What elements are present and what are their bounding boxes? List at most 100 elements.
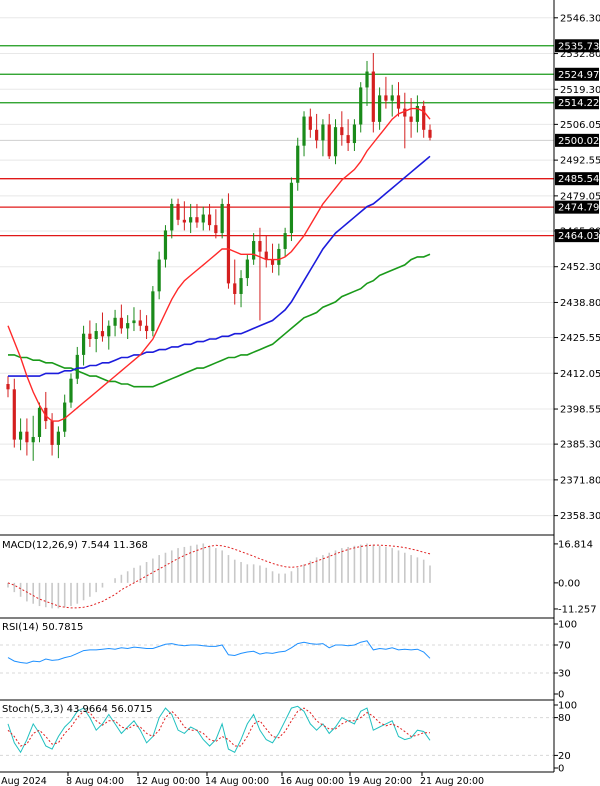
- candle-body: [201, 214, 205, 223]
- candle-body: [151, 291, 155, 332]
- candle-body: [365, 71, 369, 88]
- price-tick-label: 2425.55: [560, 333, 600, 344]
- candle-body: [315, 129, 319, 141]
- stoch-panel: Stoch(5,3,3) 43.9664 56.0715 10080 20 0: [0, 699, 577, 775]
- stoch-tick-label: 0: [558, 764, 564, 775]
- candle-body: [239, 278, 243, 294]
- time-tick-label: 6 Aug 2024: [0, 776, 47, 786]
- candle-body: [6, 384, 10, 390]
- stoch-tick-label: 20: [558, 751, 571, 762]
- candle-body: [94, 331, 98, 339]
- rsi-levels: [0, 644, 554, 674]
- candle-body: [283, 233, 287, 249]
- candle-body: [12, 389, 16, 440]
- candle-body: [207, 214, 212, 226]
- candle-body: [396, 95, 401, 109]
- level-label: 2464.03: [558, 231, 599, 242]
- candle-body: [384, 95, 388, 101]
- candle-body: [296, 145, 300, 183]
- chart-area: 2546.302532.802519.302506.052492.552479.…: [0, 0, 600, 786]
- price-tick-label: 2519.30: [560, 85, 600, 96]
- price-grid: [0, 17, 554, 517]
- main-price-panel: 2546.302532.802519.302506.052492.552479.…: [0, 13, 600, 522]
- price-tick-label: 2506.05: [560, 120, 600, 131]
- rsi-tick-label: 30: [558, 669, 571, 680]
- candle-body: [302, 116, 306, 146]
- candle-body: [277, 248, 281, 265]
- stoch-axis: 10080 20 0: [554, 701, 577, 775]
- candle-body: [428, 129, 432, 138]
- candle-body: [264, 251, 268, 260]
- candle-body: [100, 331, 105, 337]
- price-tick-label: 2546.30: [560, 13, 600, 24]
- price-tick-label: 2371.80: [560, 475, 600, 486]
- candle-body: [409, 116, 413, 122]
- current-price-label: 2500.02: [558, 136, 599, 147]
- macd-tick-label: 16.814: [558, 539, 593, 550]
- rsi-tick-label: 100: [558, 620, 577, 631]
- candle-body: [371, 71, 375, 122]
- price-tick-label: 2452.30: [560, 262, 600, 273]
- rsi-tick-label: 70: [558, 641, 571, 652]
- price-tick-label: 2492.55: [560, 156, 600, 167]
- price-tick-label: 2398.55: [560, 405, 600, 416]
- candle-body: [245, 259, 249, 279]
- candle-body: [403, 108, 407, 117]
- candle-body: [321, 124, 325, 141]
- candle-body: [170, 203, 174, 231]
- candle-body: [233, 283, 237, 294]
- candle-body: [107, 325, 111, 337]
- time-tick-label: 21 Aug 20:00: [420, 776, 484, 786]
- candle-body: [258, 241, 262, 252]
- rsi-panel: RSI(14) 50.7815 100 70 30 0: [0, 617, 577, 701]
- candle-body: [422, 105, 426, 130]
- horizontal-levels: [0, 45, 554, 237]
- ma-green-line: [8, 253, 431, 388]
- price-axis: 2546.302532.802519.302506.052492.552479.…: [554, 13, 600, 522]
- candle-body: [189, 217, 193, 223]
- stoch-title: Stoch(5,3,3) 43.9664 56.0715: [2, 704, 153, 715]
- candle-body: [226, 203, 231, 284]
- rsi-axis: 100 70 30 0: [554, 620, 577, 701]
- level-label: 2524.97: [558, 70, 599, 81]
- macd-title: MACD(12,26,9) 7.544 11.368: [2, 540, 148, 551]
- time-tick-label: 12 Aug 00:00: [136, 776, 200, 786]
- macd-tick-label: -11.257: [558, 604, 597, 615]
- time-tick-label: 19 Aug 20:00: [348, 776, 412, 786]
- candle-body: [270, 259, 275, 265]
- candle-body: [289, 182, 294, 234]
- level-labels: 2535.73 2524.97 2514.22 2485.54 2474.79 2464.…: [555, 39, 599, 243]
- rsi-tick-label: 0: [558, 690, 564, 701]
- price-tick-label: 2412.05: [560, 369, 600, 380]
- candle-body: [31, 436, 35, 443]
- candle-body: [176, 203, 180, 220]
- time-tick-label: 14 Aug 00:00: [205, 776, 269, 786]
- candle-body: [25, 431, 29, 443]
- candle-body: [308, 116, 312, 130]
- time-tick-label: 16 Aug 00:00: [280, 776, 344, 786]
- candle-body: [333, 127, 338, 157]
- rsi-title: RSI(14) 50.7815: [2, 622, 83, 633]
- candle-body: [138, 320, 142, 326]
- candle-body: [327, 124, 331, 157]
- price-tick-label: 2358.30: [560, 511, 600, 522]
- macd-axis: 16.814 0.00 -11.257: [554, 539, 597, 615]
- candle-body: [163, 230, 168, 260]
- price-tick-label: 2438.80: [560, 298, 600, 309]
- candle-body: [214, 225, 218, 234]
- candle-body: [352, 124, 357, 144]
- candle-body: [359, 87, 363, 125]
- candle-body: [88, 333, 92, 339]
- candle-body: [37, 407, 42, 437]
- candle-body: [144, 325, 149, 332]
- macd-panel: MACD(12,26,9) 7.544 11.368 16.814 0.00 -11…: [0, 534, 597, 615]
- candlesticks: [6, 53, 432, 461]
- candle-body: [69, 378, 73, 403]
- candle-body: [56, 431, 60, 445]
- level-label: 2514.22: [558, 98, 599, 109]
- price-tick-label: 2385.30: [560, 440, 600, 451]
- time-axis: 6 Aug 2024 8 Aug 04:00 12 Aug 00:00 14 Aug …: [0, 772, 484, 786]
- macd-tick-label: 0.00: [558, 578, 580, 589]
- stoch-tick-label: 80: [558, 713, 571, 724]
- candle-body: [126, 323, 130, 329]
